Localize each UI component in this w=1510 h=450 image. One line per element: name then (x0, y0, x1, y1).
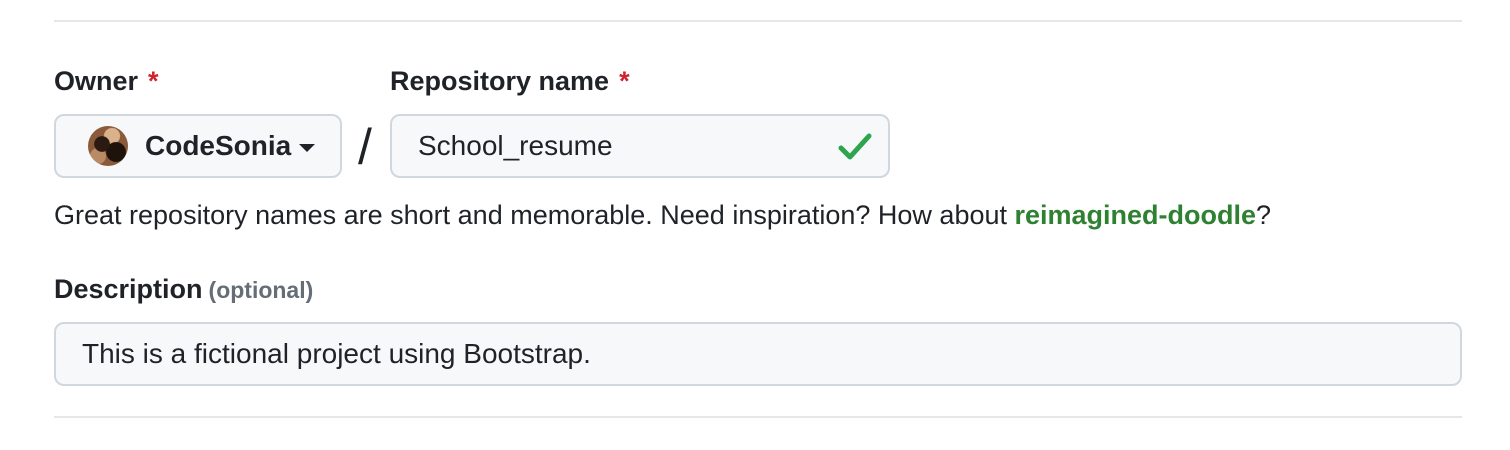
repository-name-hint: Great repository names are short and mem… (54, 200, 1271, 231)
check-icon (838, 133, 872, 160)
description-label-text: Description (54, 274, 203, 304)
hint-text: Great repository names are short and mem… (54, 200, 1015, 230)
repository-name-value: School_resume (418, 130, 613, 161)
description-label: Description (optional) (54, 274, 313, 305)
optional-note: (optional) (208, 277, 314, 303)
divider-bottom (54, 416, 1462, 418)
divider-top (54, 20, 1462, 22)
description-input[interactable]: This is a fictional project using Bootst… (54, 322, 1462, 386)
owner-repo-separator: / (358, 119, 372, 175)
new-repo-form: Owner * Repository name * CodeSonia / Scho… (0, 0, 1510, 450)
repository-name-label: Repository name * (390, 66, 630, 97)
description-value: This is a fictional project using Bootst… (82, 338, 591, 369)
hint-suffix: ? (1256, 200, 1272, 230)
name-suggestion-link[interactable]: reimagined-doodle (1015, 200, 1257, 230)
owner-selected-value: CodeSonia (145, 130, 292, 161)
owner-label-text: Owner (54, 66, 139, 96)
repository-name-label-text: Repository name (390, 66, 610, 96)
chevron-down-icon (299, 144, 316, 152)
repository-name-input[interactable]: School_resume (390, 114, 890, 178)
repository-required-mark: * (619, 66, 630, 96)
owner-required-mark: * (148, 66, 159, 96)
owner-dropdown[interactable]: CodeSonia (54, 114, 342, 178)
owner-label: Owner * (54, 66, 159, 97)
avatar (88, 126, 128, 166)
